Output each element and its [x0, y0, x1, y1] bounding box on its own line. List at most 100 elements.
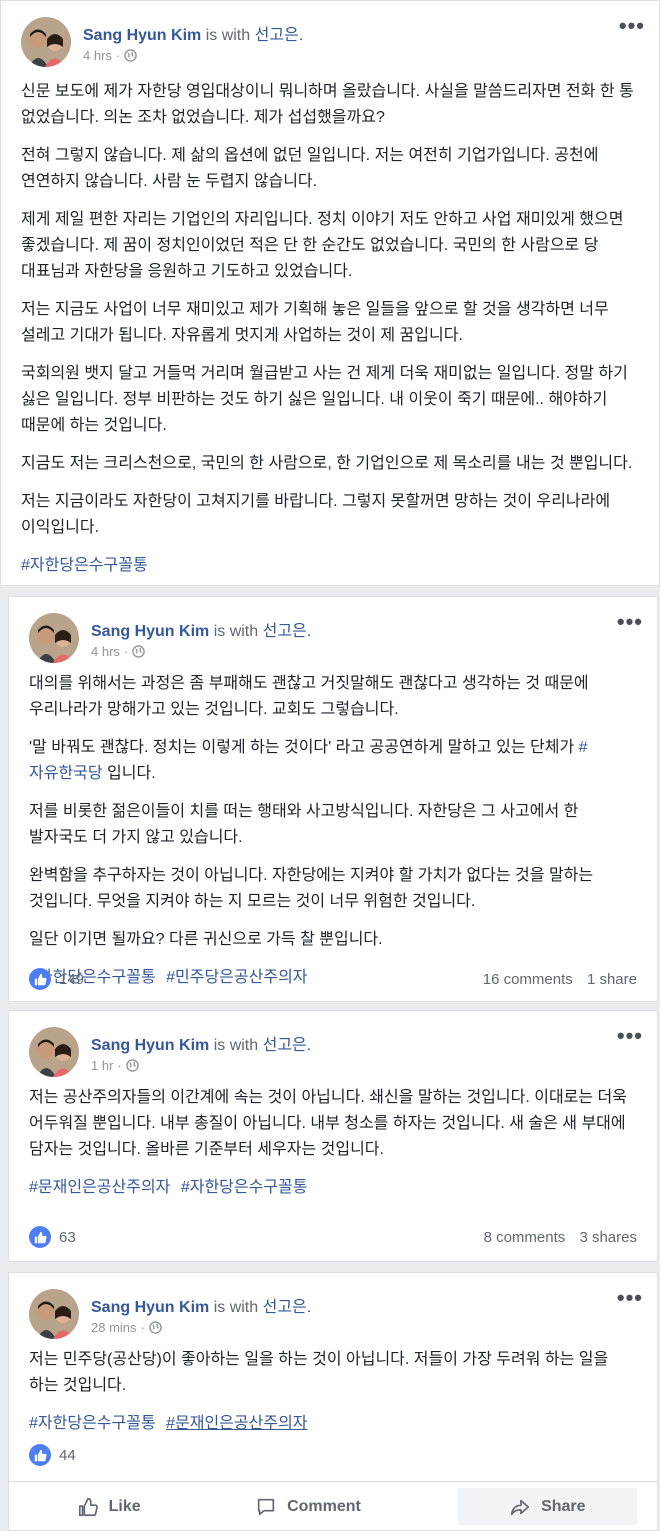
hashtags: #자한당은수구꼴통 #문재인은공산주의자: [29, 1411, 635, 1437]
post-author-line: Sang Hyun Kim is with 선고은.: [83, 21, 303, 45]
post-time[interactable]: 1 hr: [91, 1058, 113, 1073]
post-header: Sang Hyun Kim is with 선고은. 4 hrs · •••: [1, 1, 659, 71]
with-text: is with: [205, 27, 251, 44]
quote-text: '말 바꿔도 괜찮다. 정치는 이렇게 하는 것이다' 라고 공공연하게 말하고…: [29, 739, 579, 756]
post-4: Sang Hyun Kim is with 선고은. 28 mins · •••…: [8, 1272, 658, 1531]
comment-count[interactable]: 16 comments: [483, 971, 573, 988]
tagged-person[interactable]: 선고은.: [263, 623, 312, 640]
share-button[interactable]: Share: [457, 1488, 637, 1525]
globe-icon: [149, 1321, 162, 1334]
reaction-summary[interactable]: 63: [29, 1226, 76, 1248]
post-paragraph: 완벽함을 추구하자는 것이 아닙니다. 자한당에는 지켜야 할 가치가 없다는 …: [29, 867, 594, 910]
globe-icon: [132, 645, 146, 658]
hashtag-link[interactable]: #자한당은수구꼴통: [21, 557, 148, 574]
tagged-person[interactable]: 선고은.: [263, 1037, 312, 1054]
post-paragraph: 제게 제일 편한 자리는 기업인의 자리입니다. 정치 이야기 저도 안하고 사…: [21, 211, 624, 280]
avatar[interactable]: [29, 1027, 79, 1077]
post-meta: 4 hrs ·: [83, 48, 138, 63]
post-paragraph: 국회의원 뱃지 달고 거들먹 거리며 월급받고 사는 건 제게 더욱 재미없는 …: [21, 365, 628, 434]
engagement-counts: 16 comments 1 share: [473, 971, 637, 988]
hashtags: #문재인은공산주의자 #자한당은수구꼴통: [29, 1175, 635, 1201]
post-time[interactable]: 28 mins: [91, 1320, 137, 1335]
post-body: 저는 공산주의자들의 이간계에 속는 것이 아닙니다. 쇄신을 말하는 것입니다…: [29, 1085, 635, 1213]
share-icon: [511, 1499, 530, 1515]
share-count[interactable]: 3 shares: [579, 1229, 637, 1246]
globe-icon: [124, 49, 138, 62]
like-button[interactable]: Like: [9, 1482, 208, 1531]
post-paragraph: 일단 이기면 될까요? 다른 귀신으로 가득 찰 뿐입니다.: [29, 931, 383, 948]
quote-text-end: 입니다.: [102, 765, 156, 782]
post-meta: 1 hr ·: [91, 1058, 139, 1073]
comment-button-label: Comment: [287, 1497, 361, 1515]
post-paragraph: 대의를 위해서는 과정은 좀 부패해도 괜찮고 거짓말해도 괜찮다고 생각하는 …: [29, 675, 589, 718]
post-body: 저는 민주당(공산당)이 좋아하는 일을 하는 것이 아닙니다. 저들이 가장 …: [29, 1347, 635, 1449]
post-paragraph: 전혀 그렇지 않습니다. 제 삶의 옵션에 없던 일입니다. 저는 여전히 기업…: [21, 147, 599, 190]
tagged-person[interactable]: 선고은.: [255, 27, 304, 44]
reaction-bar: 63 8 comments 3 shares: [29, 1223, 637, 1251]
avatar[interactable]: [21, 17, 71, 67]
engagement-counts: 8 comments 3 shares: [474, 1229, 637, 1246]
thumbs-up-icon: [29, 1226, 51, 1248]
hashtags: #자한당은수구꼴통: [21, 553, 637, 579]
post-paragraph: 신문 보도에 제가 자한당 영입대상이니 뭐니하며 올랐습니다. 사실을 말씀드…: [21, 83, 634, 126]
thumbs-up-icon: [78, 1497, 98, 1516]
comment-count[interactable]: 8 comments: [484, 1229, 566, 1246]
post-time[interactable]: 4 hrs: [83, 48, 112, 63]
post-paragraph: 저는 공산주의자들의 이간계에 속는 것이 아닙니다. 쇄신을 말하는 것입니다…: [29, 1089, 627, 1158]
with-text: is with: [213, 1037, 259, 1054]
more-options-icon[interactable]: •••: [617, 611, 643, 633]
post-meta: 28 mins ·: [91, 1320, 162, 1335]
author-name[interactable]: Sang Hyun Kim: [83, 27, 201, 44]
post-paragraph: 저는 민주당(공산당)이 좋아하는 일을 하는 것이 아닙니다. 저들이 가장 …: [29, 1351, 609, 1394]
hashtag-link[interactable]: #자한당은수구꼴통: [181, 1179, 308, 1196]
post-header: Sang Hyun Kim is with 선고은. 1 hr · •••: [9, 1011, 657, 1081]
like-count: 149: [59, 970, 85, 988]
hashtag-link[interactable]: #문재인은공산주의자: [29, 1179, 170, 1196]
post-meta: 4 hrs ·: [91, 644, 146, 659]
hashtag-link[interactable]: #문재인은공산주의자: [166, 1415, 307, 1432]
post-2: Sang Hyun Kim is with 선고은. 4 hrs · ••• 대…: [8, 596, 658, 1002]
like-count: 63: [59, 1228, 76, 1246]
post-author-line: Sang Hyun Kim is with 선고은.: [91, 1293, 311, 1317]
post-author-line: Sang Hyun Kim is with 선고은.: [91, 617, 311, 641]
post-author-line: Sang Hyun Kim is with 선고은.: [91, 1031, 311, 1055]
post-time[interactable]: 4 hrs: [91, 644, 120, 659]
with-text: is with: [213, 1299, 259, 1316]
post-header: Sang Hyun Kim is with 선고은. 4 hrs · •••: [9, 597, 657, 667]
reaction-bar: 149 16 comments 1 share: [29, 965, 637, 993]
share-count[interactable]: 1 share: [587, 971, 637, 988]
share-button-label: Share: [541, 1497, 586, 1515]
post-paragraph: 저는 지금이라도 자한당이 고쳐지기를 바랍니다. 그렇지 못할꺼면 망하는 것…: [21, 493, 611, 536]
author-name[interactable]: Sang Hyun Kim: [91, 623, 209, 640]
globe-icon: [125, 1059, 139, 1072]
hashtag-link[interactable]: #자한당은수구꼴통: [29, 1415, 156, 1432]
more-options-icon[interactable]: •••: [619, 15, 645, 37]
author-name[interactable]: Sang Hyun Kim: [91, 1037, 209, 1054]
reaction-summary[interactable]: 44: [29, 1444, 76, 1466]
post-paragraph: '말 바꿔도 괜찮다. 정치는 이렇게 하는 것이다' 라고 공공연하게 말하고…: [29, 735, 635, 787]
avatar[interactable]: [29, 613, 79, 663]
post-1: Sang Hyun Kim is with 선고은. 4 hrs · ••• 신…: [0, 0, 660, 586]
reaction-summary[interactable]: 149: [29, 968, 84, 990]
more-options-icon[interactable]: •••: [617, 1287, 643, 1309]
with-text: is with: [213, 623, 259, 640]
more-options-icon[interactable]: •••: [617, 1025, 643, 1047]
author-name[interactable]: Sang Hyun Kim: [91, 1299, 209, 1316]
post-3: Sang Hyun Kim is with 선고은. 1 hr · ••• 저는…: [8, 1010, 658, 1262]
post-paragraph: 저를 비롯한 젊은이들이 치를 떠는 행태와 사고방식입니다. 자한당은 그 사…: [29, 803, 579, 846]
tagged-person[interactable]: 선고은.: [263, 1299, 312, 1316]
reaction-bar: 44: [29, 1441, 637, 1469]
post-header: Sang Hyun Kim is with 선고은. 28 mins · •••: [9, 1273, 657, 1343]
like-button-label: Like: [108, 1497, 141, 1515]
like-count: 44: [59, 1446, 76, 1464]
thumbs-up-icon: [29, 1444, 51, 1466]
post-paragraph: 지금도 저는 크리스천으로, 국민의 한 사람으로, 한 기업인으로 제 목소리…: [21, 455, 633, 472]
post-body: 신문 보도에 제가 자한당 영입대상이니 뭐니하며 올랐습니다. 사실을 말씀드…: [21, 79, 637, 591]
thumbs-up-icon: [29, 968, 51, 990]
post-body: 대의를 위해서는 과정은 좀 부패해도 괜찮고 거짓말해도 괜찮다고 생각하는 …: [29, 671, 635, 1003]
comment-icon: [257, 1498, 275, 1515]
post-paragraph: 저는 지금도 사업이 너무 재미있고 제가 기획해 놓은 일들을 앞으로 할 것…: [21, 301, 609, 344]
comment-button[interactable]: Comment: [208, 1482, 407, 1531]
post-action-bar: Like Comment Share: [9, 1481, 657, 1531]
avatar[interactable]: [29, 1289, 79, 1339]
